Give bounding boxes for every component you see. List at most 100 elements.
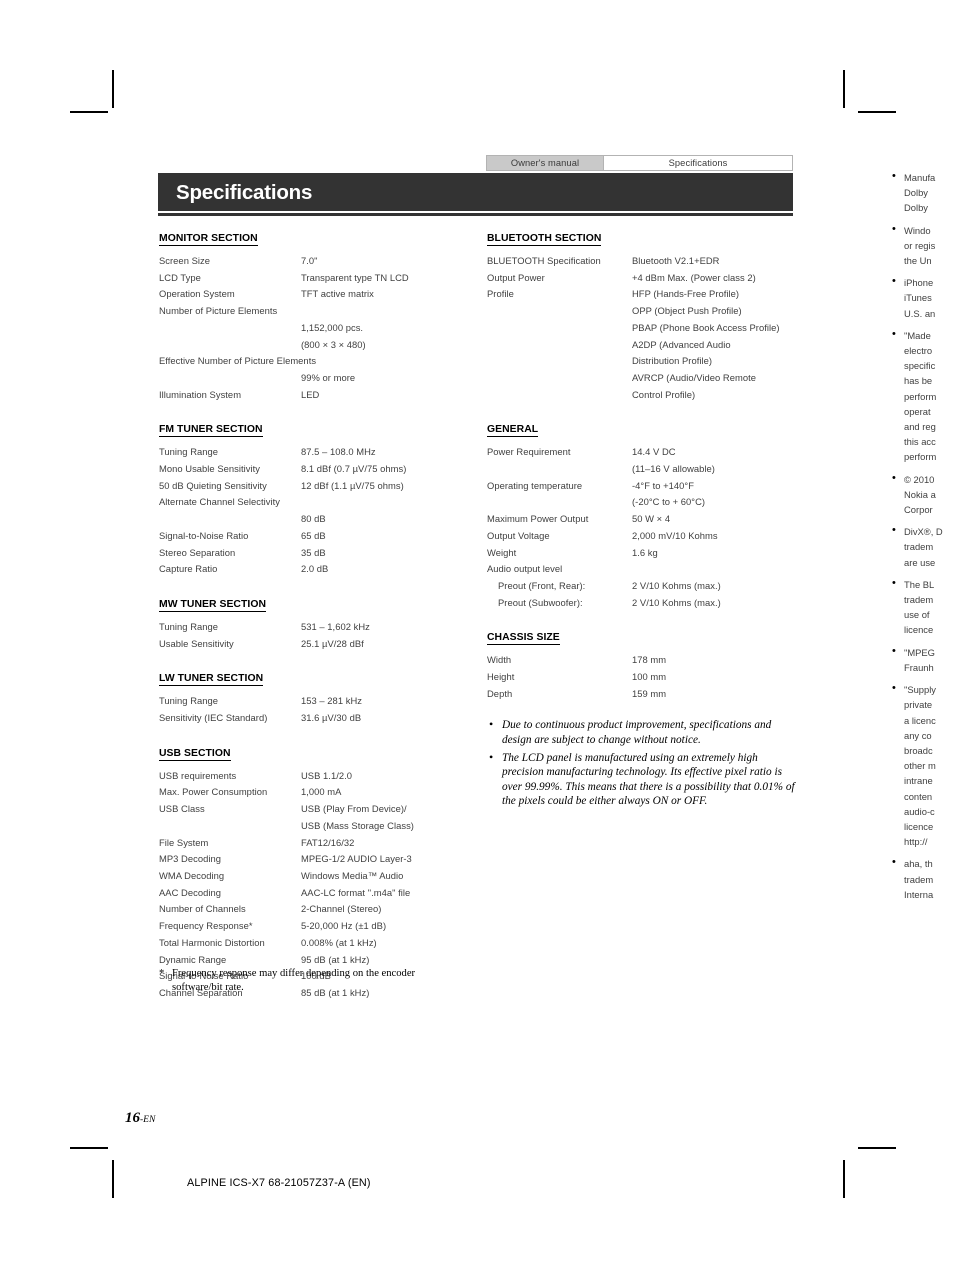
spec-row: Width 178 mm	[487, 652, 797, 669]
spec-row: (800 × 3 × 480)	[159, 337, 459, 354]
spec-value: Bluetooth V2.1+EDR	[632, 255, 720, 266]
spec-row: File System FAT12/16/32	[159, 835, 459, 852]
spec-row: BLUETOOTH Specification Bluetooth V2.1+ED…	[487, 253, 797, 270]
trademark-note-clipped: aha, th tradem Interna	[890, 855, 954, 902]
spec-value: A2DP (Advanced Audio	[632, 338, 731, 350]
trademark-note-clipped: Manufa Dolby Dolby	[890, 170, 954, 216]
spec-row: Operating temperature -4°F to +140°F	[487, 478, 797, 495]
spec-value: FAT12/16/32	[301, 836, 355, 848]
spec-label: Mono Usable Sensitivity	[159, 463, 260, 475]
footnote-marker: *	[159, 968, 165, 979]
spec-row: USB (Mass Storage Class)	[159, 818, 459, 835]
spec-label: Capture Ratio	[159, 563, 218, 575]
spec-section: LW TUNER SECTION Tuning Range 153 – 281 kH…	[159, 668, 459, 726]
spec-section: MONITOR SECTION Screen Size 7.0" LCD Type Tr…	[159, 228, 459, 403]
trademark-note-clipped: "Made electro specific has be perform op…	[890, 327, 954, 465]
tab-owners-manual[interactable]: Owner's manual	[486, 155, 603, 171]
spec-row: Signal-to-Noise Ratio 65 dB	[159, 528, 459, 545]
spec-section: BLUETOOTH SECTION BLUETOOTH Specification…	[487, 228, 797, 403]
spec-row: Tuning Range 87.5 – 108.0 MHz	[159, 444, 459, 461]
spec-value: 0.008% (at 1 kHz)	[301, 936, 377, 948]
spec-section-heading: BLUETOOTH SECTION	[487, 233, 602, 246]
spec-label: 50 dB Quieting Sensitivity	[159, 479, 267, 491]
spec-row: Weight 1.6 kg	[487, 545, 797, 562]
spec-row: Number of Picture Elements	[159, 303, 459, 320]
spec-label: USB requirements	[159, 769, 237, 781]
spec-label: Tuning Range	[159, 446, 219, 458]
page-title-banner: Specifications	[158, 173, 793, 211]
spec-label: LCD Type	[159, 271, 201, 283]
crop-mark-bottom-left-vertical	[112, 1160, 114, 1198]
spec-value: (800 × 3 × 480)	[301, 338, 366, 350]
spec-row: OPP (Object Push Profile)	[487, 303, 797, 320]
spec-value: TFT active matrix	[301, 288, 374, 300]
spec-row: Total Harmonic Distortion 0.008% (at 1 kH…	[159, 935, 459, 952]
spec-value: 7.0"	[301, 255, 318, 266]
spec-column-right-clipped: Manufa Dolby Dolby Windo or regis the Un i…	[890, 170, 954, 909]
spec-label: AAC Decoding	[159, 886, 221, 898]
spec-row: (-20°C to + 60°C)	[487, 494, 797, 511]
spec-row: 80 dB	[159, 511, 459, 528]
page-number-suffix: -EN	[140, 1115, 156, 1125]
spec-section: USB SECTION USB requirements USB 1.1/2.0 Ma…	[159, 743, 459, 1002]
spec-section-heading: FM TUNER SECTION	[159, 424, 263, 438]
spec-label: Output Power	[487, 271, 545, 283]
spec-row: Control Profile)	[487, 387, 797, 404]
spec-row: Number of Channels 2-Channel (Stereo)	[159, 901, 459, 918]
spec-value: USB (Play From Device)/	[301, 803, 407, 815]
spec-value: +4 dBm Max. (Power class 2)	[632, 271, 756, 283]
spec-section-heading: USB SECTION	[159, 747, 231, 761]
spec-row: USB Class USB (Play From Device)/	[159, 801, 459, 818]
spec-value: 1,000 mA	[301, 786, 342, 798]
trademark-note-clipped: DivX®, D tradem are use	[890, 523, 954, 570]
spec-value: OPP (Object Push Profile)	[632, 305, 742, 317]
spec-label: Preout (Subwoofer):	[498, 596, 583, 608]
tab-specifications[interactable]: Specifications	[603, 155, 793, 171]
spec-row: Profile HFP (Hands-Free Profile)	[487, 286, 797, 303]
spec-label: File System	[159, 836, 209, 848]
spec-value: 159 mm	[632, 687, 667, 699]
trademark-note-clipped: iPhone iTunes U.S. an	[890, 274, 954, 321]
crop-mark-top-right-vertical	[843, 70, 845, 108]
spec-column-left: MONITOR SECTION Screen Size 7.0" LCD Type Tr…	[159, 228, 459, 1002]
crop-mark-bottom-right-horizontal	[858, 1147, 896, 1149]
spec-section-heading: MW TUNER SECTION	[159, 598, 267, 612]
spec-value: HFP (Hands-Free Profile)	[632, 288, 740, 300]
spec-row: LCD Type Transparent type TN LCD	[159, 270, 459, 287]
product-note: The LCD panel is manufactured using an e…	[487, 750, 797, 809]
spec-value: 1.6 kg	[632, 546, 658, 558]
spec-value: 153 – 281 kHz	[301, 695, 362, 707]
spec-value: 100 mm	[632, 671, 667, 683]
spec-row: Capture Ratio 2.0 dB	[159, 561, 459, 578]
spec-value	[316, 353, 459, 370]
spec-row: MP3 Decoding MPEG-1/2 AUDIO Layer-3	[159, 851, 459, 868]
spec-row: 50 dB Quieting Sensitivity 12 dBf (1.1 µV…	[159, 478, 459, 495]
spec-value: (11–16 V allowable)	[632, 463, 715, 475]
spec-row: Max. Power Consumption 1,000 mA	[159, 784, 459, 801]
spec-value: 31.6 µV/30 dB	[301, 712, 362, 724]
trademark-note-clipped: © 2010 Nokia a Corpor	[890, 471, 954, 518]
spec-label: Profile	[487, 288, 514, 300]
spec-row: Dynamic Range 95 dB (at 1 kHz)	[159, 952, 459, 969]
spec-value: 178 mm	[632, 654, 667, 666]
spec-row: 99% or more	[159, 370, 459, 387]
spec-label: Number of Picture Elements	[159, 305, 278, 317]
spec-row: Operation System TFT active matrix	[159, 286, 459, 303]
spec-label: Effective Number of Picture Elements	[159, 355, 317, 367]
spec-value: 14.4 V DC	[632, 446, 676, 458]
spec-row: Height 100 mm	[487, 669, 797, 686]
footnote-text: Frequency response may differ depending …	[172, 968, 416, 993]
spec-label: Width	[487, 654, 512, 666]
spec-row: Effective Number of Picture Elements	[159, 353, 459, 370]
spec-label: Sensitivity (IEC Standard)	[159, 712, 268, 724]
spec-label: Output Voltage	[487, 529, 550, 541]
spec-section: MW TUNER SECTION Tuning Range 531 – 1,602 …	[159, 594, 459, 652]
spec-label: Height	[487, 671, 515, 683]
spec-row: Preout (Subwoofer): 2 V/10 Kohms (max.)	[487, 595, 797, 612]
spec-value: MPEG-1/2 AUDIO Layer-3	[301, 853, 412, 865]
spec-label: Alternate Channel Selectivity	[159, 496, 281, 508]
spec-value: Distribution Profile)	[632, 355, 713, 367]
spec-label: Depth	[487, 687, 513, 699]
page-number-value: 16	[125, 1110, 140, 1126]
crop-mark-bottom-left-horizontal	[70, 1147, 108, 1149]
